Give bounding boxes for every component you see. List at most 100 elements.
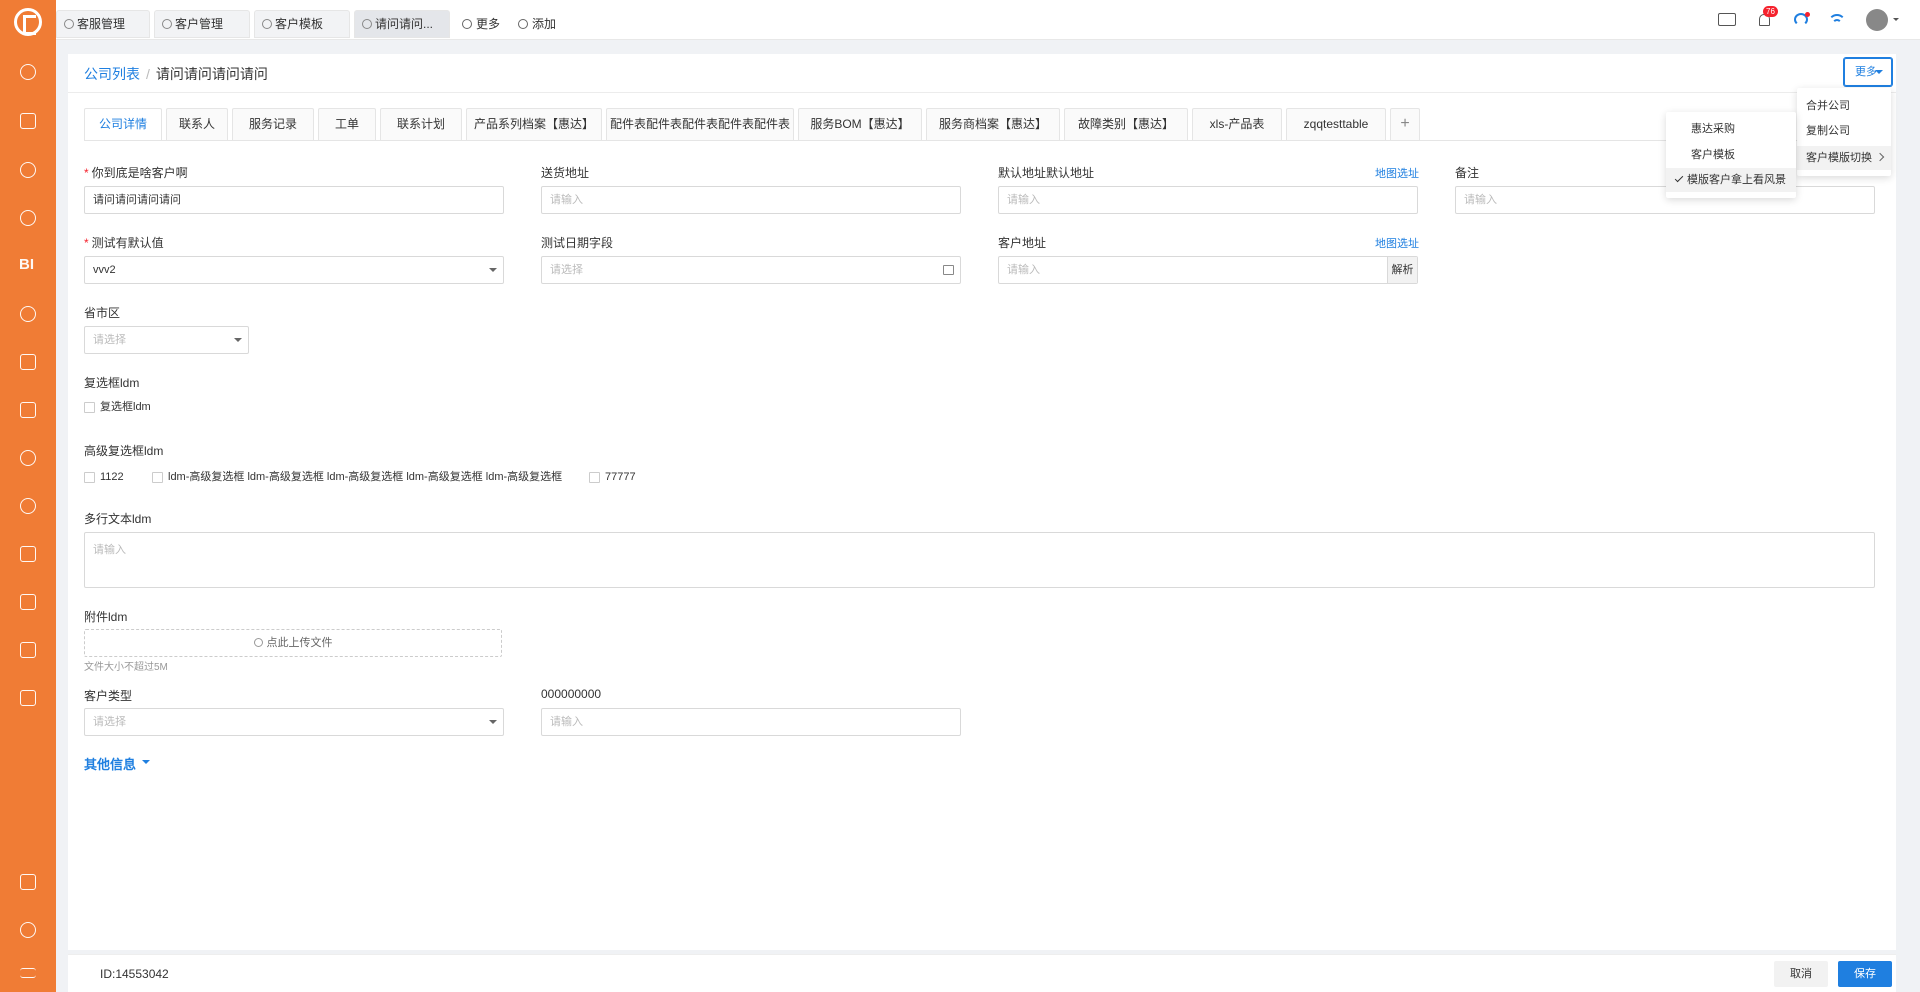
book-icon[interactable]	[20, 546, 36, 562]
default-address-label: 默认地址默认地址	[998, 166, 1095, 180]
test-default-select[interactable]: vvv2	[84, 256, 504, 284]
chat-icon[interactable]	[20, 210, 36, 226]
tab-parts-table[interactable]: 配件表配件表配件表配件表配件表	[606, 108, 794, 140]
adv-checkbox-option[interactable]: 1122	[84, 470, 124, 484]
breadcrumb-current: 请问请问请问请问	[155, 66, 268, 82]
test-date-picker[interactable]: 请选择	[541, 256, 961, 284]
notification-badge: 76	[1763, 6, 1778, 17]
wifi-icon[interactable]	[1828, 11, 1846, 29]
breadcrumb: 公司列表 / 请问请问请问请问	[84, 66, 268, 82]
users-icon[interactable]	[20, 306, 36, 322]
more-actions-button[interactable]: 更多	[1844, 58, 1892, 86]
tab-company-detail[interactable]: 公司详情	[84, 108, 162, 140]
customer-address-input[interactable]: 请输入 解析	[998, 256, 1418, 284]
menu-item-merge[interactable]: 合并公司	[1797, 94, 1891, 118]
zeros-label: 000000000	[541, 687, 602, 701]
chart-icon[interactable]	[20, 874, 36, 890]
save-button[interactable]: 保存	[1838, 961, 1892, 987]
submenu-item[interactable]: 客户模板	[1666, 143, 1796, 167]
top-tab[interactable]: 客户管理	[154, 10, 250, 38]
default-address-input[interactable]: 请输入	[998, 186, 1418, 214]
tab-service-records[interactable]: 服务记录	[232, 108, 314, 140]
more-actions-menu: 合并公司 复制公司 客户模版切换	[1797, 88, 1891, 176]
tab-service-provider[interactable]: 服务商档案【惠达】	[926, 108, 1060, 140]
flag-icon[interactable]	[20, 402, 36, 418]
record-id: ID:14553042	[100, 967, 169, 981]
chevron-down-icon	[489, 720, 497, 728]
top-tab-active[interactable]: 请问请问...	[354, 10, 450, 38]
list-icon[interactable]	[20, 354, 36, 370]
remark-label: 备注	[1455, 166, 1480, 180]
bi-icon[interactable]: BI	[19, 256, 39, 273]
chevron-down-icon	[489, 268, 497, 276]
headset-icon[interactable]	[1792, 11, 1810, 29]
app-logo[interactable]	[14, 8, 42, 36]
more-tabs-link[interactable]: 更多	[460, 10, 500, 38]
template-submenu: 惠达采购 客户模板 模版客户拿上看风景	[1666, 112, 1796, 198]
collapse-icon[interactable]	[20, 968, 36, 978]
test-default-label: * 测试有默认值	[84, 236, 164, 250]
map-select-link[interactable]: 地图选址	[1375, 165, 1419, 181]
settings-icon[interactable]	[20, 922, 36, 938]
screen-icon[interactable]	[1718, 13, 1736, 26]
plus-icon	[518, 19, 528, 29]
adv-checkbox-option[interactable]: ldm-高级复选框 ldm-高级复选框 ldm-高级复选框 ldm-高级复选框 …	[152, 470, 562, 484]
customer-address-label: 客户地址	[998, 236, 1047, 250]
tab-work-orders[interactable]: 工单	[318, 108, 376, 140]
zeros-input[interactable]: 请输入	[541, 708, 961, 736]
user-icon	[162, 19, 172, 29]
calendar-icon	[943, 265, 954, 275]
customer-type-select[interactable]: 请选择	[84, 708, 504, 736]
tab-product-series[interactable]: 产品系列档案【惠达】	[466, 108, 602, 140]
manual-icon[interactable]	[20, 594, 36, 610]
support-icon[interactable]	[20, 498, 36, 514]
submenu-item-selected[interactable]: 模版客户拿上看风景	[1666, 168, 1796, 192]
tab-zqqtesttable[interactable]: zqqtesttable	[1286, 108, 1386, 140]
region-select[interactable]: 请选择	[84, 326, 249, 354]
menu-item-copy[interactable]: 复制公司	[1797, 119, 1891, 143]
parse-button[interactable]: 解析	[1387, 257, 1417, 283]
multiline-label: 多行文本ldm	[84, 512, 152, 526]
cancel-button[interactable]: 取消	[1774, 961, 1828, 987]
chevron-down-icon[interactable]	[1893, 18, 1899, 24]
adv-checkbox-option[interactable]: 77777	[589, 470, 636, 484]
tab-xls-product[interactable]: xls-产品表	[1192, 108, 1282, 140]
bell-icon[interactable]: 76	[1756, 6, 1778, 29]
submenu-item[interactable]: 惠达采购	[1666, 117, 1796, 141]
adv-checkbox-label: 高级复选框ldm	[84, 444, 164, 458]
home-icon[interactable]	[20, 64, 36, 80]
menu-item-template-switch[interactable]: 客户模版切换	[1797, 146, 1891, 170]
remark-input[interactable]: 请输入	[1455, 186, 1875, 214]
service-icon[interactable]	[20, 450, 36, 466]
tab-service-bom[interactable]: 服务BOM【惠达】	[798, 108, 922, 140]
delivery-input[interactable]: 请输入	[541, 186, 961, 214]
tab-contact-plan[interactable]: 联系计划	[380, 108, 462, 140]
customer-input[interactable]: 请问请问请问请问	[84, 186, 504, 214]
delivery-label: 送货地址	[541, 166, 590, 180]
upload-area[interactable]: 点此上传文件	[84, 629, 502, 657]
left-sidebar: BI	[0, 0, 56, 992]
map-select-link[interactable]: 地图选址	[1375, 235, 1419, 251]
chevron-down-icon	[234, 338, 242, 346]
other-info-toggle[interactable]: 其他信息	[84, 754, 151, 773]
gear-icon	[64, 19, 74, 29]
multiline-textarea[interactable]: 请输入	[84, 532, 1875, 588]
avatar[interactable]	[1866, 9, 1888, 31]
tabs-underline	[84, 140, 1880, 141]
apps-icon[interactable]	[20, 690, 36, 706]
top-tab[interactable]: 客户模板	[254, 10, 350, 38]
breadcrumb-parent[interactable]: 公司列表	[84, 66, 140, 82]
user-icon	[362, 19, 372, 29]
tab-contacts[interactable]: 联系人	[166, 108, 228, 140]
top-tab[interactable]: 客服管理	[56, 10, 150, 38]
checkbox-option[interactable]: 复选框ldm	[84, 400, 151, 414]
yen-icon[interactable]	[20, 642, 36, 658]
tab-fault-category[interactable]: 故障类别【惠达】	[1064, 108, 1188, 140]
footer-bar: ID:14553042 取消 保存	[68, 954, 1896, 992]
upload-icon	[253, 638, 263, 647]
phone-icon[interactable]	[20, 162, 36, 178]
document-icon[interactable]	[20, 113, 36, 129]
add-tab-link[interactable]: 添加	[516, 10, 556, 38]
add-tab-button[interactable]: +	[1390, 108, 1420, 140]
attachment-label: 附件ldm	[84, 610, 128, 624]
